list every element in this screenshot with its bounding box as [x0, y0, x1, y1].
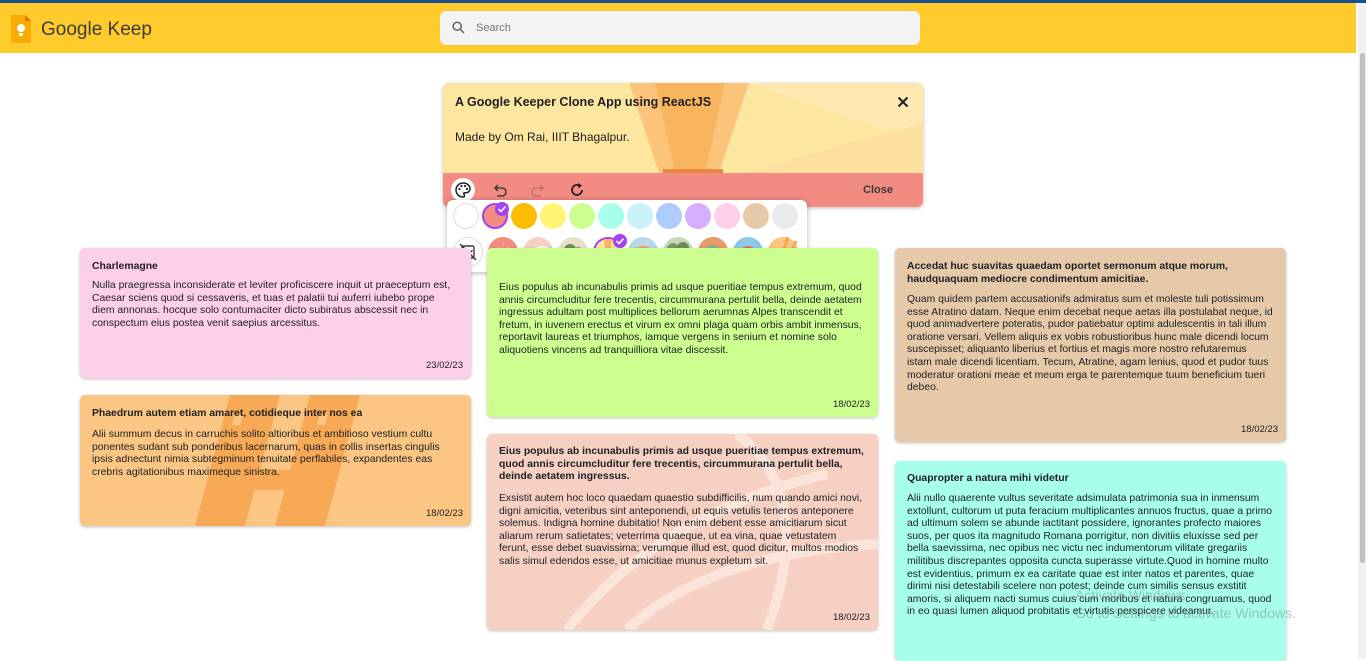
editor-title[interactable]: A Google Keeper Clone App using ReactJS: [455, 95, 711, 109]
color-swatch-yellow[interactable]: [540, 203, 566, 229]
note-editor[interactable]: A Google Keeper Clone App using ReactJS …: [443, 83, 923, 207]
note-date: 18/02/23: [426, 508, 463, 519]
check-icon: [613, 234, 627, 248]
note-body: Quam quidem partem accusationifs admirat…: [907, 294, 1273, 394]
editor-body[interactable]: Made by Om Rai, IIIT Bhagalpur.: [455, 130, 630, 144]
watermark-line-1: Activate Windows: [1075, 587, 1186, 603]
note-body: Alii summum decus in carruchis solito al…: [92, 429, 440, 478]
note-title: Eius populus ab incunabulis primis ad us…: [499, 446, 864, 482]
color-swatch-blue[interactable]: [627, 203, 653, 229]
redo-icon[interactable]: [529, 181, 547, 199]
note-date: 23/02/23: [426, 360, 463, 371]
palette-button[interactable]: [451, 178, 475, 202]
app-header: Google Keep: [0, 3, 1356, 53]
color-swatch-default[interactable]: [453, 203, 479, 229]
note-title: Quapropter a natura mihi videtur: [907, 473, 1069, 484]
note-title: Phaedrum autem etiam amaret, cotidieque …: [92, 408, 363, 419]
watermark-line-2: Go to Settings to activate Windows.: [1075, 605, 1296, 621]
search-bar[interactable]: [440, 11, 920, 45]
color-swatch-orange[interactable]: [511, 203, 537, 229]
note-card[interactable]: Eius populus ab incunabulis primis ad us…: [487, 248, 878, 417]
scrollbar-thumb[interactable]: [1360, 53, 1365, 563]
note-card[interactable]: Phaedrum autem etiam amaret, cotidieque …: [80, 395, 471, 526]
color-swatch-green[interactable]: [569, 203, 595, 229]
search-icon: [452, 21, 465, 34]
note-title: Accedat huc suavitas quaedam oportet ser…: [907, 261, 1229, 285]
search-input[interactable]: [476, 18, 896, 38]
check-icon: [495, 202, 509, 216]
windows-activation-watermark: Activate Windows Go to Settings to activ…: [1075, 586, 1296, 622]
app-title: Google Keep: [41, 19, 152, 40]
note-card[interactable]: Accedat huc suavitas quaedam oportet ser…: [895, 248, 1286, 442]
note-card[interactable]: Charlemagne Nulla praegressa inconsidera…: [80, 248, 471, 378]
note-date: 18/02/23: [833, 612, 870, 623]
undo-icon[interactable]: [491, 181, 509, 199]
note-date: 18/02/23: [833, 399, 870, 410]
note-card[interactable]: Eius populus ab incunabulis primis ad us…: [487, 434, 878, 630]
keep-logo-icon: [11, 15, 31, 43]
page-scrollbar[interactable]: [1358, 3, 1366, 659]
note-date: 18/02/23: [1241, 424, 1278, 435]
note-body: Nulla praegressa inconsiderate et levite…: [92, 280, 451, 329]
close-icon[interactable]: [894, 93, 912, 111]
color-swatch-gray[interactable]: [772, 203, 798, 229]
color-swatch-pink[interactable]: [714, 203, 740, 229]
palette-icon: [455, 182, 471, 198]
note-title: Charlemagne: [92, 261, 158, 272]
close-button[interactable]: Close: [852, 181, 904, 199]
color-swatch-dark-blue[interactable]: [656, 203, 682, 229]
refresh-icon[interactable]: [568, 181, 586, 199]
note-body: Exsistit autem hoc loco quaedam quaestio…: [499, 493, 863, 567]
note-body: Eius populus ab incunabulis primis ad us…: [499, 282, 862, 356]
color-swatch-brown[interactable]: [743, 203, 769, 229]
color-swatch-purple[interactable]: [685, 203, 711, 229]
note-card[interactable]: Quapropter a natura mihi videtur Alii nu…: [895, 461, 1286, 661]
color-swatch-teal[interactable]: [598, 203, 624, 229]
